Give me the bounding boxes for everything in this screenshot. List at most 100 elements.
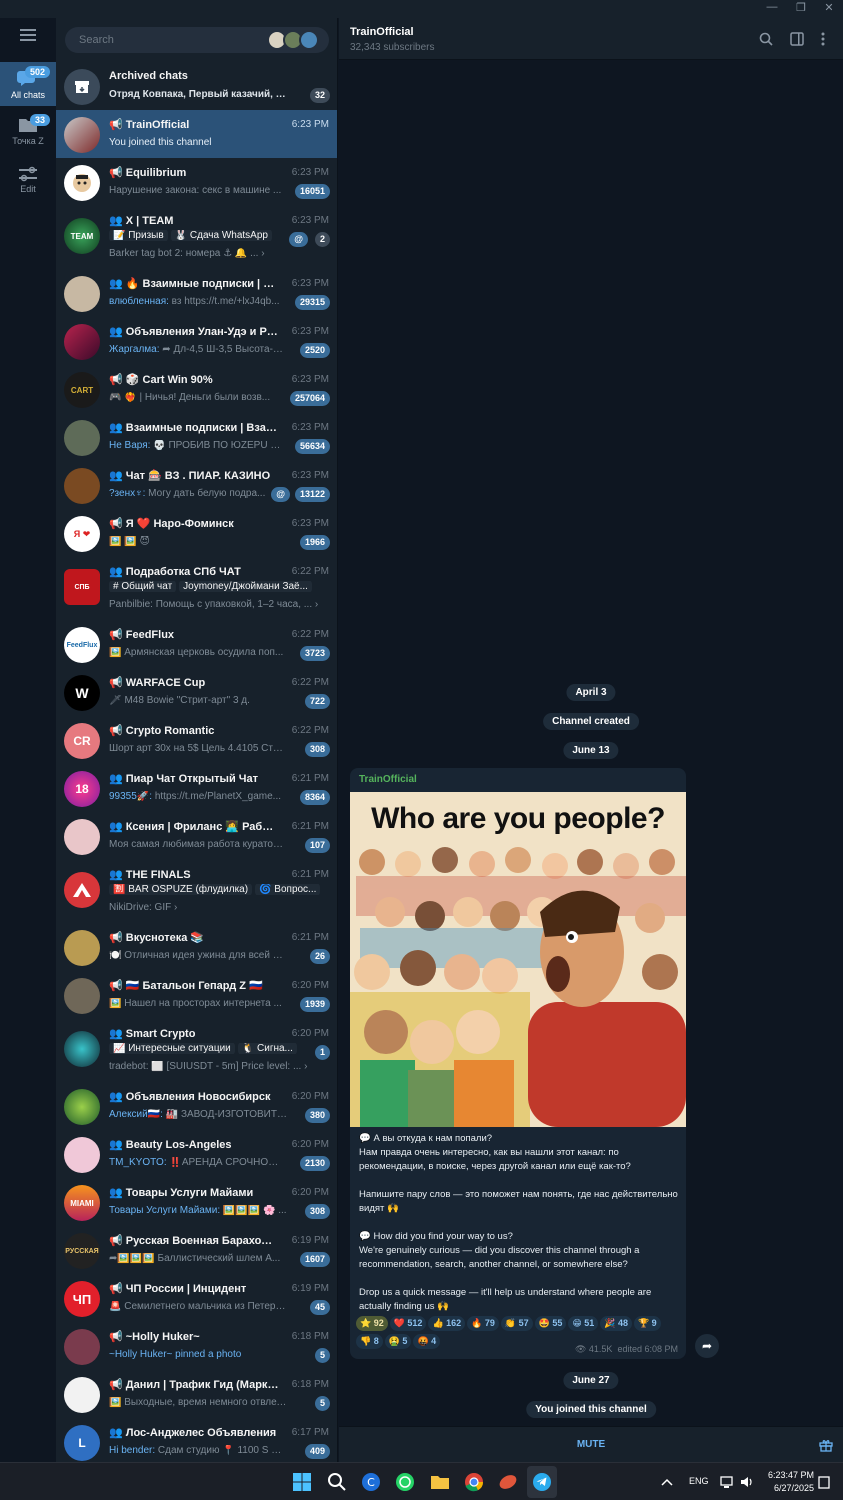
chat-time: 6:23 PM [291, 167, 329, 178]
windows-start-icon[interactable] [292, 1472, 312, 1492]
folder-tochka-z[interactable]: Точка Z 33 [0, 110, 56, 154]
chat-row[interactable]: 📢 ~Holly Huker~ 6:18 PM ~Holly Huker~ pi… [56, 1322, 337, 1370]
chat-row[interactable]: 👥 🔥 Взаимные подписки | PEA... 6:23 PM в… [56, 269, 337, 317]
system-clock[interactable]: 6:23:47 PM 6/27/2025 [762, 1469, 814, 1495]
close-button[interactable]: ✕ [817, 1, 841, 14]
topic-chip[interactable]: 🐰 Сдача WhatsApp [170, 230, 272, 241]
chat-time: 6:23 PM [291, 278, 329, 289]
chat-row[interactable]: TEAM 👥 X | TEAM 6:23 PM 📝 Призыв 🐰 Сдача … [56, 206, 337, 268]
chat-row[interactable]: 👥 Объявления Улан-Удэ и Районы 6:23 PM Ж… [56, 317, 337, 365]
chat-time: 6:19 PM [291, 1235, 329, 1246]
telegram-window: — ❐ ✕ All chats 502 Точка Z 33 Edit Sear… [0, 0, 843, 1500]
chat-row[interactable]: ЧП 📢 ЧП России | Инцидент 6:19 PM 🚨 Семи… [56, 1274, 337, 1322]
chat-row[interactable]: 👥 Smart Crypto 6:20 PM 📈 Интересные ситу… [56, 1019, 337, 1081]
topic-chip[interactable]: Joymoney/Джоймани Заё... [179, 581, 312, 592]
reaction-chip[interactable]: ❤️ 512 [389, 1316, 427, 1331]
post-author[interactable]: TrainOfficial [359, 774, 417, 785]
network-icon[interactable] [720, 1472, 736, 1492]
topic-chip[interactable]: # Общий чат [109, 581, 177, 592]
chat-row[interactable]: 👥 THE FINALS 6:21 PM 🈹 BAR OSPUZE (флуди… [56, 860, 337, 922]
volume-icon[interactable] [740, 1472, 754, 1492]
input-language[interactable]: ENG [689, 1476, 709, 1486]
reaction-chip[interactable]: 👏 57 [500, 1316, 533, 1331]
channel-post[interactable]: TrainOfficial Who are you people? 💬 А вы… [350, 768, 686, 1359]
chat-preview: 🖼️ 🖼️ 😈 [109, 536, 150, 547]
avatar [64, 117, 100, 153]
chat-row[interactable]: РУССКАЯ 📢 Русская Военная Барахолка 🤙 6:… [56, 1226, 337, 1274]
menu-button[interactable] [0, 28, 56, 50]
minimize-button[interactable]: — [760, 1, 784, 13]
file-explorer-icon[interactable] [430, 1472, 450, 1492]
show-hidden-icons-icon[interactable] [660, 1472, 674, 1492]
gift-icon[interactable] [819, 1438, 833, 1452]
topic-chip[interactable]: 🐧 Сигна... [237, 1043, 297, 1054]
reaction-chip[interactable]: 🔥 79 [467, 1316, 499, 1331]
post-image[interactable]: Who are you people? [350, 792, 686, 1127]
chat-name: 📢 ЧП России | Инцидент [109, 1283, 247, 1295]
search-input[interactable]: Search [65, 27, 329, 53]
chat-row[interactable]: MIAMI 👥 Товары Услуги Майами 6:20 PM Тов… [56, 1178, 337, 1226]
avatar [64, 324, 100, 360]
message-text: https://t.me/PlanetX_game... [152, 791, 282, 802]
folder-sidebar: All chats 502 Точка Z 33 Edit [0, 18, 56, 1462]
notifications-icon[interactable] [818, 1472, 830, 1492]
chat-row[interactable]: 👥 Beauty Los-Angeles 6:20 PM TM_KYOTO: ‼… [56, 1130, 337, 1178]
more-options-icon[interactable] [821, 32, 825, 46]
whatsapp-icon[interactable] [395, 1472, 415, 1492]
unread-badge: 1607 [299, 1252, 330, 1267]
topic-chip[interactable]: 📝 Призыв [109, 230, 168, 241]
avatar [64, 1377, 100, 1413]
reaction-chip[interactable]: 👍 162 [428, 1316, 466, 1331]
chat-row-trainofficial[interactable]: 📢 TrainOfficial 6:23 PM You joined this … [56, 110, 337, 158]
chrome-icon[interactable] [464, 1472, 484, 1492]
chat-header[interactable]: TrainOfficial 32,343 subscribers [339, 18, 843, 60]
taskbar-search-icon[interactable] [327, 1472, 347, 1492]
unread-badge: 56634 [294, 439, 330, 454]
topic-chip[interactable]: 🈹 BAR OSPUZE (флудилка) [109, 884, 253, 895]
reaction-chip[interactable]: ⭐ 92 [356, 1316, 388, 1331]
chat-row[interactable]: 📢 Equilibrium 6:23 PM Нарушение закона: … [56, 158, 337, 206]
archived-chats-row[interactable]: Archived chats Отряд Ковпака, Первый каз… [56, 62, 337, 110]
folder-all-chats[interactable]: All chats 502 [0, 62, 56, 106]
telegram-icon[interactable] [532, 1472, 552, 1492]
folder-edit[interactable]: Edit [0, 160, 56, 200]
avatar: CR [64, 723, 100, 759]
reaction-chip[interactable]: 🤬 4 [413, 1334, 441, 1349]
topic-chip[interactable]: 📈 Интересные ситуации [109, 1043, 235, 1054]
maximize-button[interactable]: ❐ [789, 1, 813, 14]
chat-row[interactable]: CART 📢 🎲 Cart Win 90% 6:23 PM 🎮 ❤️‍🔥 | Н… [56, 365, 337, 413]
chat-row[interactable]: 18 👥 Пиар Чат Открытый Чат 6:21 PM 99355… [56, 764, 337, 812]
chat-row[interactable]: 📢 Данил | Трафик Гид (Маркети... 6:18 PM… [56, 1370, 337, 1418]
chat-name: 📢 TrainOfficial [109, 119, 190, 131]
chat-row[interactable]: 👥 Ксения | Фриланс 👩‍💻 Работа о... 6:21 … [56, 812, 337, 860]
app-icon[interactable] [498, 1472, 518, 1492]
search-icon[interactable] [759, 32, 773, 46]
reaction-chip[interactable]: 🤩 55 [534, 1316, 567, 1331]
topic-chip[interactable]: 🌀 Вопрос... [255, 884, 321, 895]
chat-row[interactable]: CR 📢 Crypto Romantic 6:22 PM Шорт арт 30… [56, 716, 337, 764]
chat-row[interactable]: FeedFlux 📢 FeedFlux 6:22 PM 🖼️ Армянская… [56, 620, 337, 668]
chat-row[interactable]: 👥 Объявления Новосибирск 6:20 PM Алексий… [56, 1082, 337, 1130]
chat-row[interactable]: СПБ 👥 Подработка СПб ЧАТ 6:22 PM # Общий… [56, 557, 337, 619]
mute-button[interactable]: MUTE [339, 1427, 843, 1463]
sidebar-toggle-icon[interactable] [790, 32, 804, 46]
chat-row[interactable]: 👥 Взаимные подписки | Взаим... 6:23 PM Н… [56, 413, 337, 461]
ccleaner-icon[interactable]: C [361, 1472, 381, 1492]
reaction-chip[interactable]: 🎉 48 [600, 1316, 632, 1331]
reaction-chip[interactable]: 👎 8 [356, 1334, 383, 1349]
avatar: TEAM [64, 218, 100, 254]
chat-row[interactable]: L 👥 Лос-Анджелес Объявления 6:17 PM Hi b… [56, 1418, 337, 1462]
reaction-chip[interactable]: 🤮 5 [384, 1334, 412, 1349]
chat-name: Archived chats [109, 70, 188, 82]
story-avatar[interactable] [299, 30, 319, 50]
chat-name: 📢 🎲 Cart Win 90% [109, 374, 213, 386]
reaction-chip[interactable]: 😁 51 [568, 1316, 599, 1331]
reaction-chip[interactable]: 🏆 9 [633, 1316, 661, 1331]
chat-row[interactable]: Я ❤ 📢 Я ❤️ Наро-Фоминск 6:23 PM 🖼️ 🖼️ 😈 … [56, 509, 337, 557]
forward-button[interactable]: ➦ [695, 1334, 719, 1358]
chat-row[interactable]: 📢 Вкуснотека 📚 6:21 PM 🍽️ Отличная идея … [56, 923, 337, 971]
channel-title[interactable]: TrainOfficial [350, 26, 414, 38]
chat-row[interactable]: 👥 Чат 🎰 ВЗ . ПИАР. КАЗИНО 6:23 PM ?зенх♆… [56, 461, 337, 509]
chat-row[interactable]: 📢 🇷🇺 Батальон Гепард Z 🇷🇺 6:20 PM 🖼️ Наш… [56, 971, 337, 1019]
chat-row[interactable]: W 📢 WARFACE Cup 6:22 PM 🗡 M48 Bowie "Стр… [56, 668, 337, 716]
